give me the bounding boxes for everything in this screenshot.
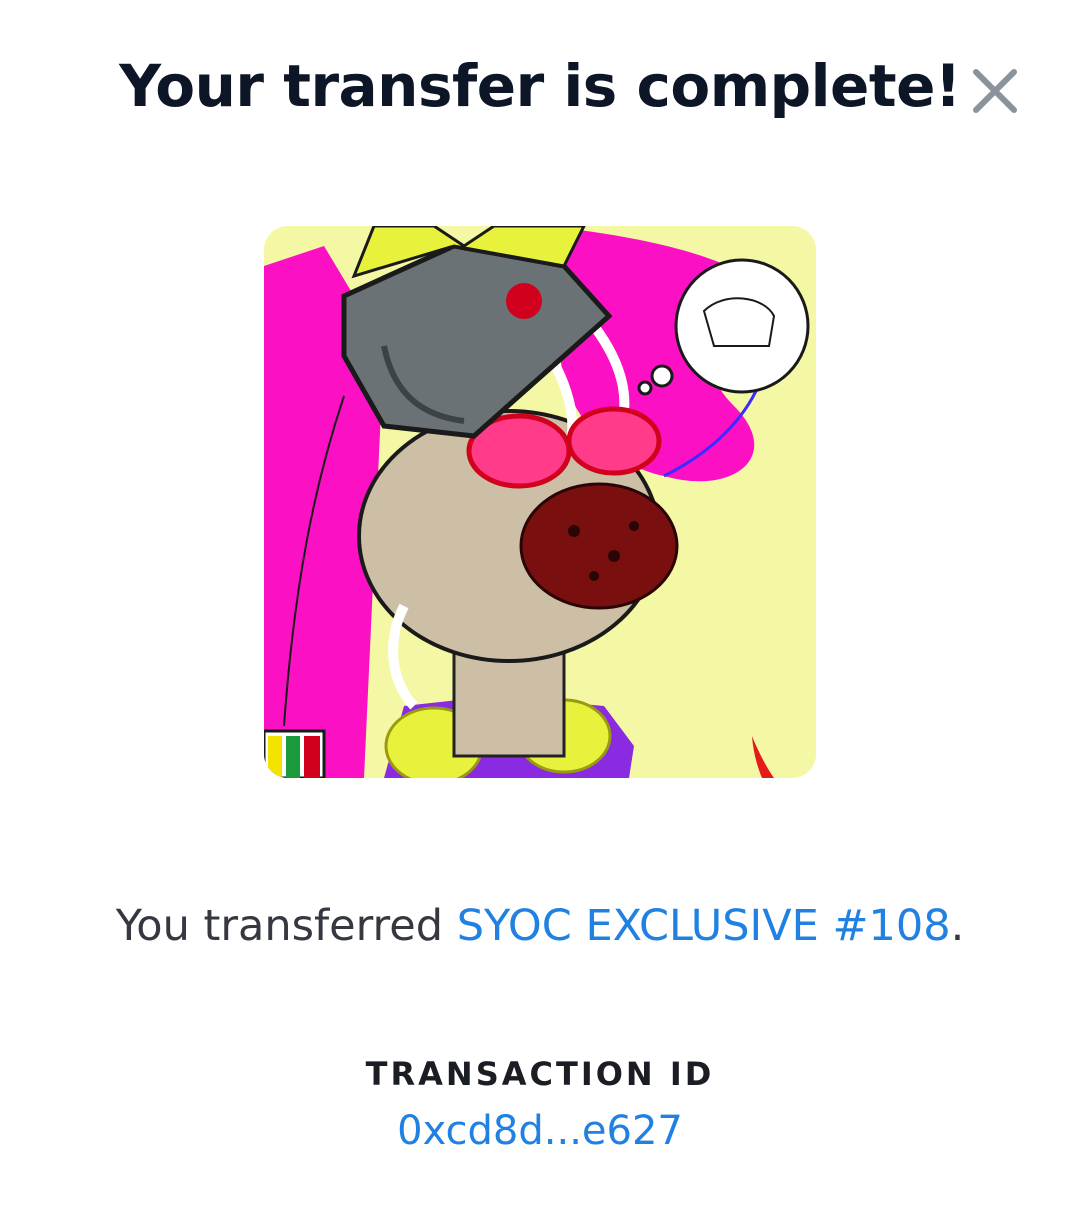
message-prefix: You transferred xyxy=(115,901,457,951)
transfer-message: You transferred SYOC EXCLUSIVE #108. xyxy=(0,896,1080,956)
close-button[interactable] xyxy=(964,60,1026,122)
nft-image xyxy=(264,226,816,778)
transfer-complete-modal: Your transfer is complete! You transferr… xyxy=(0,0,1080,1212)
transaction-id-link[interactable]: 0xcd8d...e627 xyxy=(0,1104,1080,1158)
close-icon xyxy=(964,60,1026,122)
message-suffix: . xyxy=(950,901,965,951)
transaction-id-label: TRANSACTION ID xyxy=(365,1055,715,1093)
modal-title: Your transfer is complete! xyxy=(119,52,961,120)
item-link[interactable]: SYOC EXCLUSIVE #108 xyxy=(457,901,951,951)
